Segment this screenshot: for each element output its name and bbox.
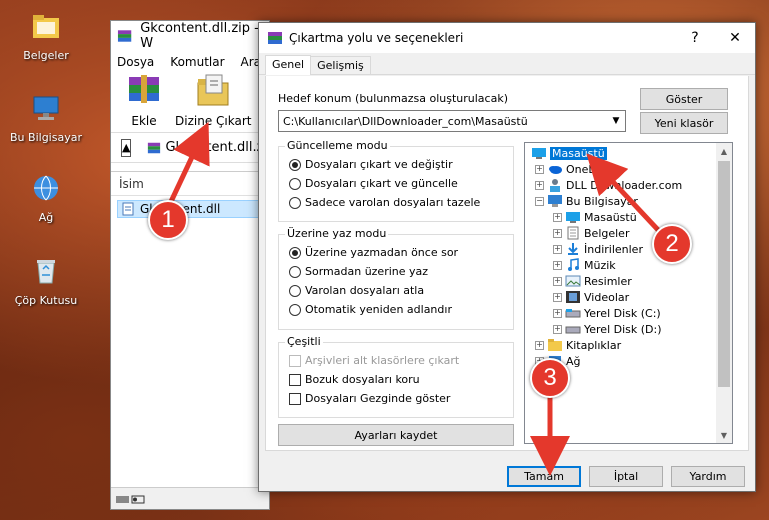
- step-2-badge: 2: [652, 224, 692, 264]
- step-1-badge: 1: [148, 200, 188, 240]
- arrow-step-2: [586, 153, 662, 234]
- tutorial-arrows: [165, 121, 662, 476]
- step-3-badge: 3: [530, 358, 570, 398]
- arrow-step-1: [165, 121, 210, 210]
